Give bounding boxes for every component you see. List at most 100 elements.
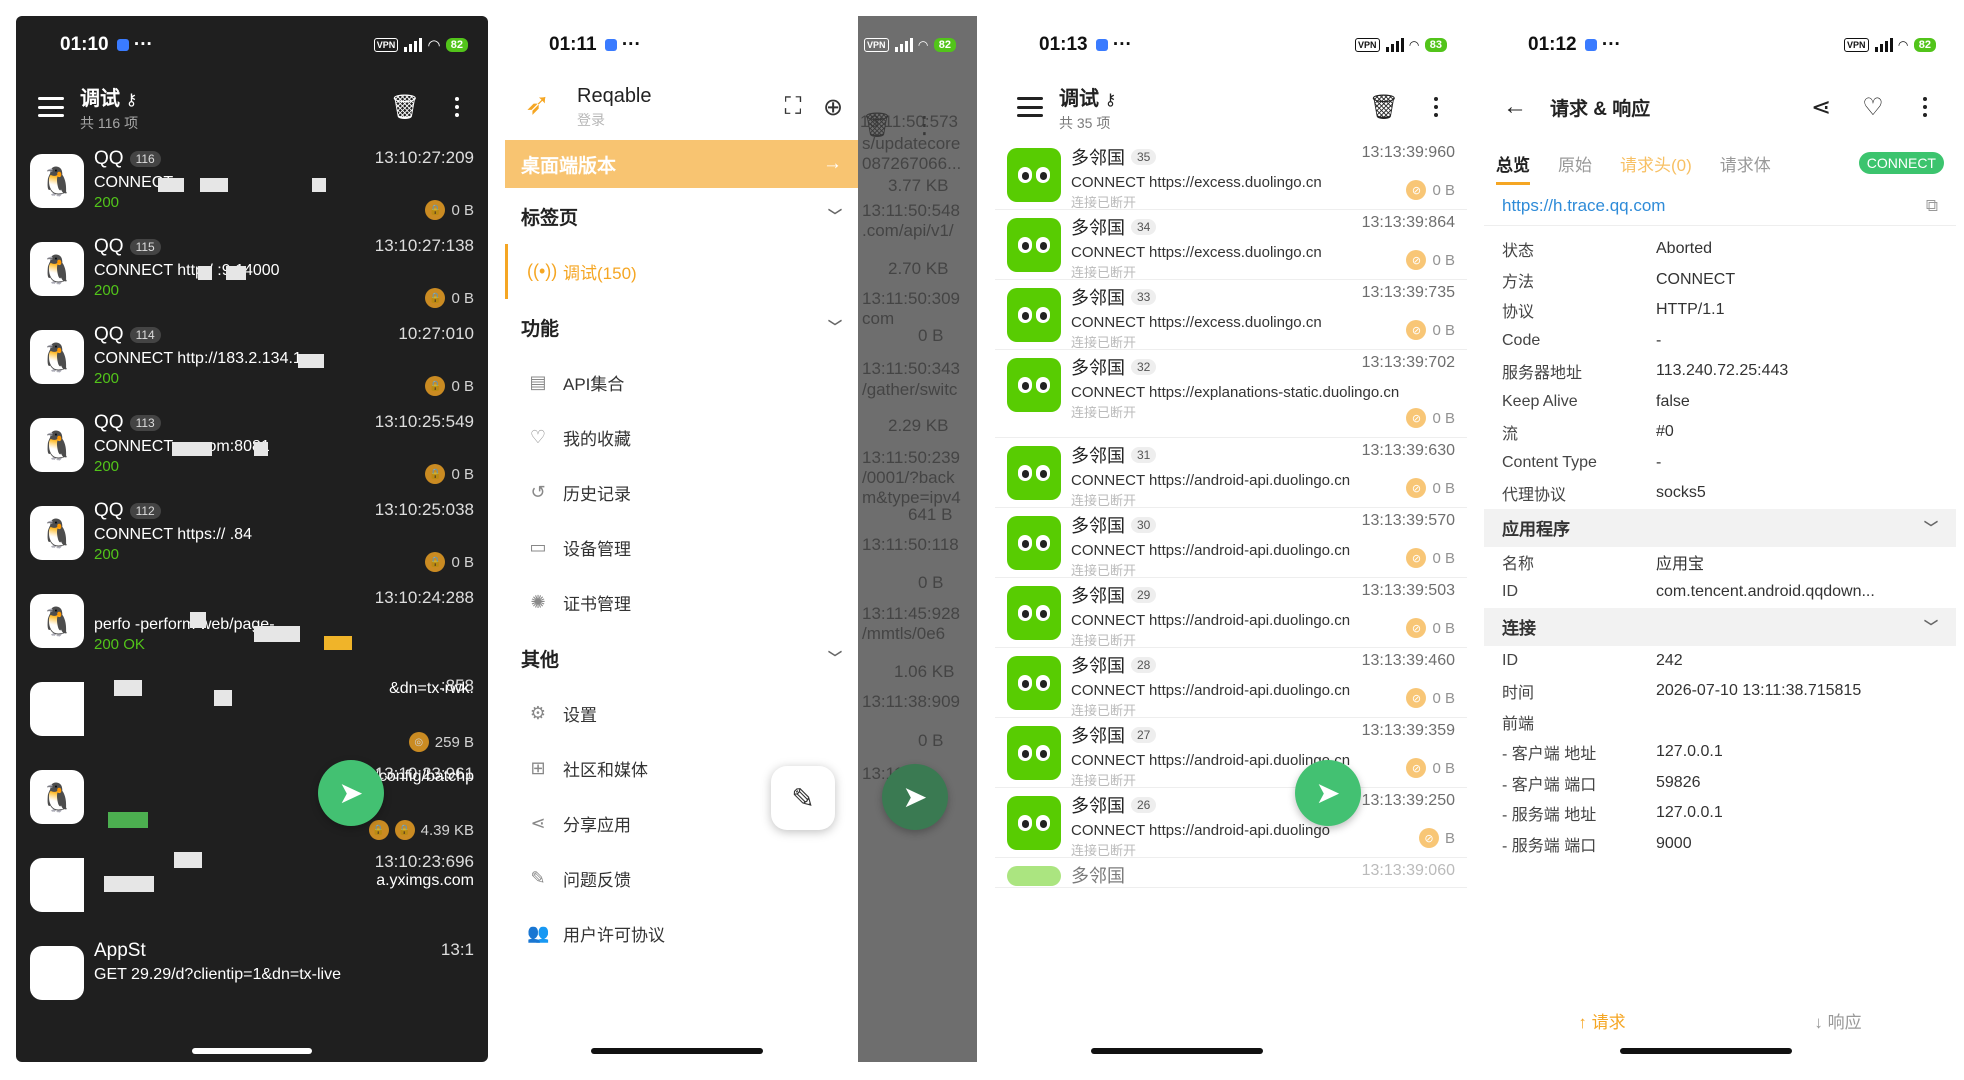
- list-item[interactable]: 🐧 QQ 112 13:10:25:038 CONNECT https:// .8…: [16, 492, 488, 580]
- drawer-item-certificates[interactable]: ✺ 证书管理: [505, 575, 858, 630]
- share-icon[interactable]: ⋖: [1806, 92, 1836, 122]
- list-item[interactable]: 多邻国 28 13:13:39:460 CONNECT https://android…: [995, 648, 1467, 718]
- more-icon[interactable]: [442, 92, 472, 122]
- app-bar: ← 请求 & 响应 ⋖ ♡: [1484, 74, 1956, 140]
- bottom-tab-response[interactable]: ↓ 响应: [1814, 1008, 1861, 1033]
- list-item[interactable]: ⟳ AppSt 13:1 GET 29.29/d?clientip=1&dn=t…: [16, 932, 488, 1020]
- list-item[interactable]: 🐧 13:10:24:288 perfo -perform web/page- …: [16, 580, 488, 668]
- delete-icon[interactable]: 🗑: [1369, 92, 1399, 122]
- request-url[interactable]: https://h.trace.qq.com ⧉: [1484, 186, 1956, 226]
- navigation-drawer: 01:11 ··· ➶ Reqable 登录 ⛶ ⊕ 桌面端版本 → 标签页 ﹀ (…: [505, 16, 858, 1062]
- section-other[interactable]: 其他 ﹀: [505, 630, 858, 686]
- delete-icon[interactable]: 🗑: [390, 92, 420, 122]
- connection-status: 连接已断开: [1071, 773, 1137, 788]
- connection-status: 连接已断开: [1071, 633, 1137, 648]
- kv-row: ID 242: [1484, 646, 1956, 677]
- kv-row: - 客户端 端口 59826: [1484, 768, 1956, 799]
- request-time: 13:13:39:702: [1361, 354, 1455, 371]
- list-item[interactable]: 多邻国 30 13:13:39:570 CONNECT https://android…: [995, 508, 1467, 578]
- list-item[interactable]: 多邻国 29 13:13:39:503 CONNECT https://android…: [995, 578, 1467, 648]
- drawer-item-devices[interactable]: ▭ 设备管理: [505, 520, 858, 575]
- back-arrow-icon[interactable]: ←: [1500, 92, 1530, 122]
- dimmed-background-list[interactable]: 🗑 ⋮ 13:11:50:573 s/updatecore 087267066.…: [858, 16, 977, 1062]
- list-item[interactable]: 多邻国 33 13:13:39:735 CONNECT https://excess.…: [995, 280, 1467, 350]
- section-tabs[interactable]: 标签页 ﹀: [505, 188, 858, 244]
- drawer-item-debug[interactable]: ((•)) 调试(150): [505, 244, 858, 299]
- mosaic-redaction: [190, 612, 206, 628]
- send-fab-button[interactable]: ➤: [318, 760, 384, 826]
- list-item[interactable]: 🐧 QQ 114 10:27:010 CONNECT http://183.2.1…: [16, 316, 488, 404]
- group-connection[interactable]: 连接 ﹀: [1484, 607, 1956, 646]
- list-item[interactable]: :858 &dn=tx-rwk. ◎ 259 B: [16, 668, 488, 756]
- list-item[interactable]: 多邻国 31 13:13:39:630 CONNECT https://android…: [995, 438, 1467, 508]
- application-table: 名称 应用宝 ID com.tencent.android.qqdown...: [1484, 547, 1956, 608]
- kv-row: 协议 HTTP/1.1: [1484, 295, 1956, 326]
- lock-icon: 🔒: [425, 200, 446, 220]
- response-size: 0 B: [1432, 409, 1455, 427]
- duolingo-app-icon: [1007, 358, 1061, 412]
- lock-icon: 🔒: [425, 464, 446, 484]
- vpn-icon: VPN: [864, 38, 889, 52]
- qq-app-icon: 🐧: [30, 418, 84, 472]
- drawer-item-favorites[interactable]: ♡ 我的收藏: [505, 410, 858, 465]
- list-item[interactable]: 多邻国 13:13:39:060: [995, 858, 1467, 888]
- list-item[interactable]: 🐧 QQ 116 13:10:27:209 CONNECT 200 🔒 0 B: [16, 140, 488, 228]
- mosaic-redaction: [324, 636, 352, 650]
- list-item[interactable]: 多邻国 34 13:13:39:864 CONNECT https://excess.…: [995, 210, 1467, 280]
- kv-value: 59826: [1656, 773, 1701, 791]
- list-item[interactable]: 多邻国 35 13:13:39:960 CONNECT https://excess.…: [995, 140, 1467, 210]
- kv-value: 9000: [1656, 834, 1692, 852]
- list-item[interactable]: 13:10:23:696 a.yximgs.com: [16, 844, 488, 932]
- connection-status: 连接已断开: [1071, 843, 1137, 858]
- more-icon[interactable]: [1421, 92, 1451, 122]
- status-code: 200: [94, 458, 120, 475]
- add-circle-icon[interactable]: ⊕: [818, 92, 848, 122]
- more-icon[interactable]: [1910, 92, 1940, 122]
- list-item[interactable]: 多邻国 26 13:13:39:250 CONNECT https://android…: [995, 788, 1467, 858]
- scan-icon[interactable]: ⛶: [778, 92, 808, 122]
- request-line: CONNECT https://android-api.duolingo.cn: [1071, 472, 1351, 489]
- tab-body[interactable]: 请求体: [1720, 151, 1771, 176]
- menu-icon[interactable]: [38, 97, 64, 117]
- copy-icon[interactable]: ⧉: [1926, 196, 1938, 216]
- tab-overview[interactable]: 总览: [1496, 151, 1530, 185]
- item-count: 共 35 项: [1059, 114, 1111, 131]
- duolingo-app-icon: [1007, 288, 1061, 342]
- home-indicator: [1620, 1048, 1792, 1054]
- request-time: 13:13:39:060: [1361, 862, 1455, 879]
- response-size: 0 B: [451, 553, 474, 571]
- drawer-item-feedback[interactable]: ✎ 问题反馈: [505, 851, 858, 906]
- list-item[interactable]: 多邻国 32 13:13:39:702 CONNECT https://explana…: [995, 350, 1467, 438]
- list-item[interactable]: 🐧 13:10:23:961 v3/config/batchp 🔒 🔒 4.39 K…: [16, 756, 488, 844]
- list-item[interactable]: 🐧 QQ 113 13:10:25:549 CONNECT qq.com:8081…: [16, 404, 488, 492]
- kv-row: - 客户端 地址 127.0.0.1: [1484, 737, 1956, 768]
- list-item[interactable]: 🐧 QQ 115 13:10:27:138 CONNECT http:/ :9:1…: [16, 228, 488, 316]
- kv-row: 代理协议 socks5: [1484, 478, 1956, 509]
- drawer-item-history[interactable]: ↺ 历史记录: [505, 465, 858, 520]
- request-id-badge: 35: [1131, 149, 1157, 165]
- request-time: 13:10:25:038: [374, 500, 474, 519]
- app-name: 多邻国: [1071, 288, 1125, 308]
- chevron-down-icon: ﹀: [828, 319, 842, 335]
- bottom-tab-request[interactable]: ↑ 请求: [1578, 1008, 1625, 1033]
- section-features[interactable]: 功能 ﹀: [505, 299, 858, 355]
- tab-raw[interactable]: 原始: [1558, 151, 1592, 176]
- group-application[interactable]: 应用程序 ﹀: [1484, 508, 1956, 547]
- response-size: 0 B: [1432, 479, 1455, 497]
- kv-key: Code: [1502, 331, 1541, 349]
- menu-icon[interactable]: [1017, 97, 1043, 117]
- drawer-item-api-collection[interactable]: ▤ API集合: [505, 355, 858, 410]
- drawer-item-settings[interactable]: ⚙ 设置: [505, 686, 858, 741]
- duolingo-app-icon: [1007, 656, 1061, 710]
- drawer-item-license[interactable]: 👥 用户许可协议: [505, 906, 858, 961]
- kv-value: 2026-07-10 13:11:38.715815: [1656, 682, 1862, 700]
- tab-headers[interactable]: 请求头(0): [1620, 151, 1692, 176]
- share-icon: ⋖: [530, 813, 546, 833]
- list-item[interactable]: 多邻国 27 13:13:39:359 CONNECT https://android…: [995, 718, 1467, 788]
- request-line: CONNECT https://excess.duolingo.cn: [1071, 174, 1322, 191]
- desktop-version-banner[interactable]: 桌面端版本 →: [505, 140, 858, 188]
- login-link[interactable]: 登录: [577, 110, 756, 130]
- edit-fab-button[interactable]: ✎: [771, 766, 835, 830]
- heart-icon[interactable]: ♡: [1858, 92, 1888, 122]
- send-fab-button[interactable]: ➤: [1295, 760, 1361, 826]
